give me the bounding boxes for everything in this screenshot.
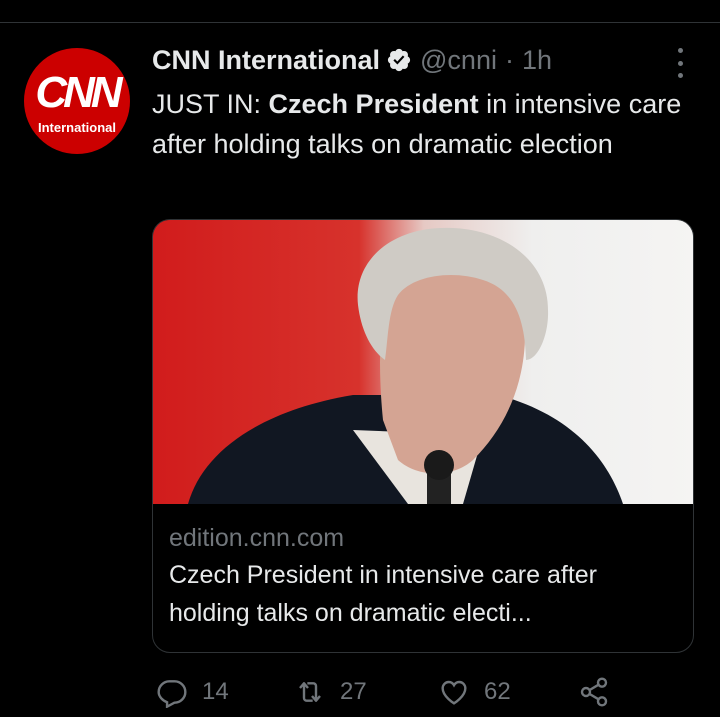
avatar[interactable]: CNN International bbox=[24, 48, 130, 154]
separator: · bbox=[504, 44, 514, 75]
card-domain: edition.cnn.com bbox=[169, 524, 345, 552]
tweet-text: JUST IN: Czech President in intensive ca… bbox=[152, 84, 692, 164]
reply-icon bbox=[157, 680, 187, 708]
action-bar: 14 27 62 bbox=[156, 672, 626, 712]
display-name[interactable]: CNN International bbox=[152, 45, 380, 76]
timestamp[interactable]: 1h bbox=[522, 45, 552, 76]
top-divider bbox=[0, 22, 720, 23]
retweet-icon bbox=[299, 682, 321, 702]
tweet-text-prefix: JUST IN: bbox=[152, 89, 269, 119]
card-photo bbox=[153, 220, 693, 504]
share-icon bbox=[580, 677, 608, 707]
share-button[interactable] bbox=[578, 672, 624, 712]
tweet-text-bold: Czech President bbox=[268, 89, 479, 119]
card-title[interactable]: Czech President in intensive care after … bbox=[169, 556, 684, 632]
like-button[interactable]: 62 bbox=[438, 672, 511, 712]
tweet-header: CNN International @cnni · 1h bbox=[152, 42, 552, 78]
more-dots-icon[interactable] bbox=[668, 48, 692, 78]
handle[interactable]: @cnni bbox=[420, 45, 497, 76]
avatar-sub-label: International bbox=[37, 120, 116, 135]
retweet-count: 27 bbox=[340, 678, 367, 705]
retweet-button[interactable]: 27 bbox=[294, 672, 367, 712]
reply-count: 14 bbox=[202, 678, 229, 705]
verified-badge-icon bbox=[386, 47, 412, 73]
card-body: edition.cnn.com Czech President in inten… bbox=[169, 520, 684, 632]
avatar-logo: CNN bbox=[35, 68, 122, 117]
link-card[interactable]: edition.cnn.com Czech President in inten… bbox=[152, 219, 694, 653]
heart-icon bbox=[441, 680, 467, 705]
reply-button[interactable]: 14 bbox=[156, 672, 229, 712]
like-count: 62 bbox=[484, 678, 511, 705]
